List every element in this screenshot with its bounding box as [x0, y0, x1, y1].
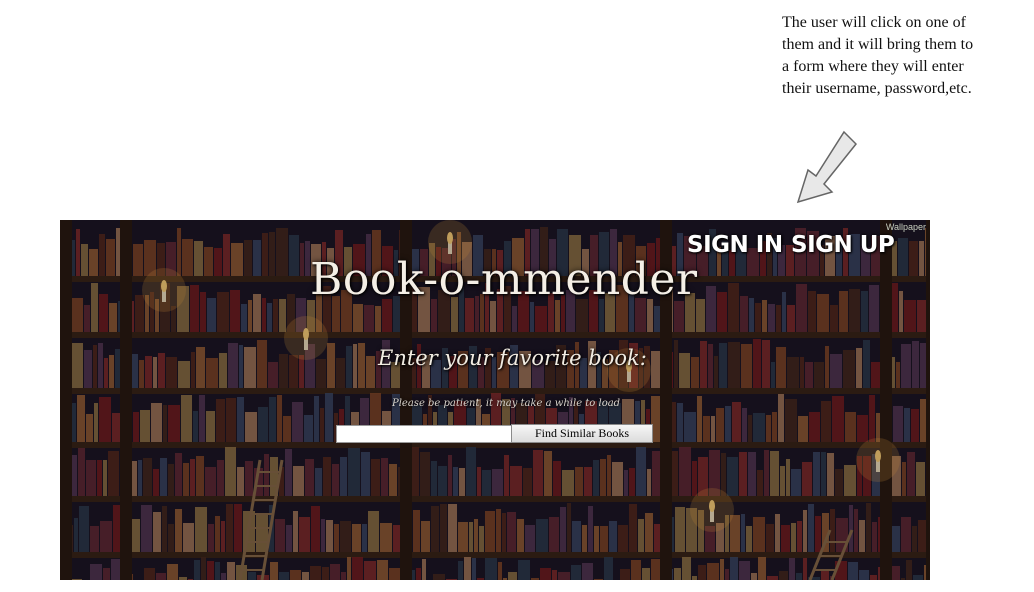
wallpaper-watermark: Wallpaper — [885, 222, 926, 232]
loading-notice: Please be patient, it may take a while t… — [392, 398, 621, 409]
annotation-note: The user will click on one of them and i… — [782, 12, 1022, 100]
annotation-line: a form where they will enter — [782, 58, 964, 75]
book-search-input[interactable] — [336, 425, 514, 443]
search-prompt: Enter your favorite book: — [378, 346, 647, 370]
find-similar-books-button[interactable]: Find Similar Books — [511, 424, 653, 443]
annotation-line: them and it will bring them to — [782, 36, 974, 53]
page-title: Book-o-mmender — [310, 254, 698, 305]
sign-up-button[interactable]: SIGN UP — [791, 232, 895, 258]
arrow-down-left-icon — [796, 130, 858, 204]
hero-banner: Wallpaper SIGN IN SIGN UP Book-o-mmender… — [60, 220, 930, 580]
sign-in-button[interactable]: SIGN IN — [687, 232, 783, 258]
annotation-line: their username, password,etc. — [782, 80, 972, 97]
annotation-line: The user will click on one of — [782, 14, 966, 31]
